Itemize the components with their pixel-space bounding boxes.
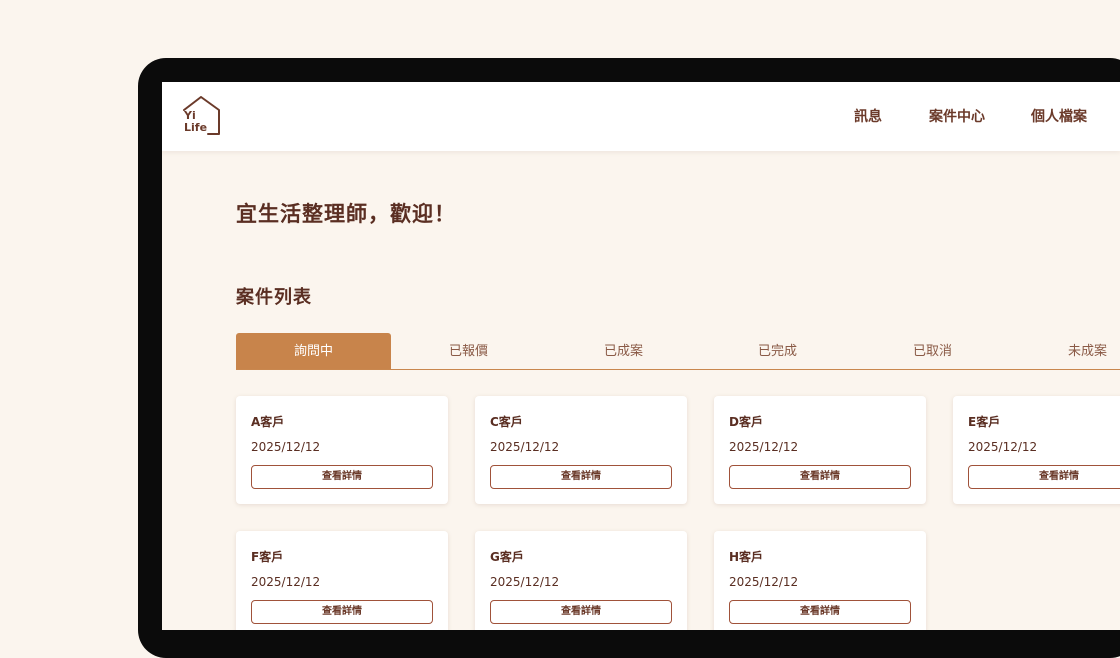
client-name: G客戶 xyxy=(490,550,524,564)
client-name: E客戶 xyxy=(968,415,1001,429)
view-details-button[interactable]: 查看詳情 xyxy=(251,465,433,489)
case-status-tabs: 詢問中 已報價 已成案 已完成 已取消 未成案 xyxy=(236,333,1120,370)
view-details-button[interactable]: 查看詳情 xyxy=(729,465,911,489)
top-navbar: Yi Life 訊息 案件中心 個人檔案 xyxy=(162,82,1120,151)
tab-confirmed[interactable]: 已成案 xyxy=(546,333,701,369)
case-card: G客戶 2025/12/12 查看詳情 xyxy=(475,531,687,630)
tab-cancelled[interactable]: 已取消 xyxy=(855,333,1010,369)
tab-not-confirmed[interactable]: 未成案 xyxy=(1010,333,1120,369)
view-details-button[interactable]: 查看詳情 xyxy=(490,600,672,624)
welcome-heading: 宜生活整理師，歡迎！ xyxy=(236,202,456,226)
tab-completed[interactable]: 已完成 xyxy=(700,333,855,369)
tab-inquiring[interactable]: 詢問中 xyxy=(236,333,391,369)
logo-line-2: Life xyxy=(184,121,208,134)
client-name: H客戶 xyxy=(729,550,764,564)
case-card: E客戶 2025/12/12 查看詳情 xyxy=(953,396,1120,504)
case-date: 2025/12/12 xyxy=(729,440,799,454)
case-list-title: 案件列表 xyxy=(236,287,312,308)
client-name: C客戶 xyxy=(490,415,523,429)
case-date: 2025/12/12 xyxy=(490,575,560,589)
client-name: A客戶 xyxy=(251,415,285,429)
tab-quoted[interactable]: 已報價 xyxy=(391,333,546,369)
nav-case-center[interactable]: 案件中心 xyxy=(929,106,985,126)
case-card: F客戶 2025/12/12 查看詳情 xyxy=(236,531,448,630)
nav-profile[interactable]: 個人檔案 xyxy=(1031,106,1087,126)
nav-messages[interactable]: 訊息 xyxy=(854,106,882,126)
app-screen: Yi Life 訊息 案件中心 個人檔案 宜生活整理師，歡迎！ 案件列表 詢問中… xyxy=(162,82,1120,630)
client-name: F客戶 xyxy=(251,550,284,564)
case-date: 2025/12/12 xyxy=(729,575,799,589)
logo[interactable]: Yi Life xyxy=(182,96,222,138)
view-details-button[interactable]: 查看詳情 xyxy=(729,600,911,624)
logo-text: Yi Life xyxy=(184,110,214,134)
client-name: D客戶 xyxy=(729,415,763,429)
view-details-button[interactable]: 查看詳情 xyxy=(251,600,433,624)
case-date: 2025/12/12 xyxy=(251,575,321,589)
case-card: H客戶 2025/12/12 查看詳情 xyxy=(714,531,926,630)
view-details-button[interactable]: 查看詳情 xyxy=(968,465,1120,489)
case-date: 2025/12/12 xyxy=(251,440,321,454)
case-card: C客戶 2025/12/12 查看詳情 xyxy=(475,396,687,504)
case-card: A客戶 2025/12/12 查看詳情 xyxy=(236,396,448,504)
case-date: 2025/12/12 xyxy=(968,440,1038,454)
case-card: D客戶 2025/12/12 查看詳情 xyxy=(714,396,926,504)
view-details-button[interactable]: 查看詳情 xyxy=(490,465,672,489)
case-date: 2025/12/12 xyxy=(490,440,560,454)
